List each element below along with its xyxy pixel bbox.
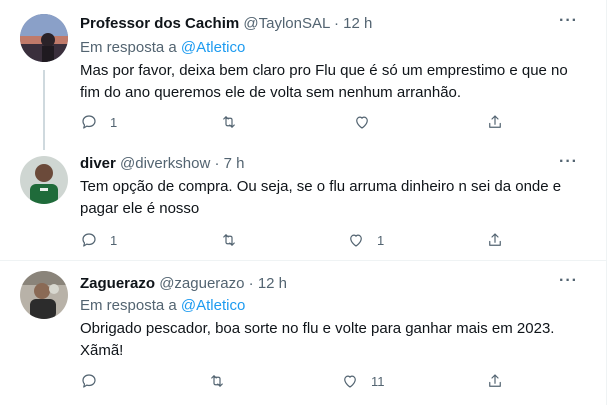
avatar[interactable]: [20, 156, 68, 204]
retweet-icon: [220, 113, 238, 131]
reply-prefix: Em resposta a: [80, 39, 177, 56]
reply-prefix: Em resposta a: [80, 297, 177, 314]
reply-context: Em resposta a @Atletico: [80, 38, 245, 58]
share-icon: [486, 372, 504, 390]
tweet-3[interactable]: Zaguerazo @zaguerazo · 12 h ··· Em respo…: [0, 261, 606, 405]
tweet-text: Tem opção de compra. Ou seja, se o flu a…: [80, 178, 562, 217]
share-icon: [486, 231, 504, 249]
timestamp[interactable]: 12 h: [343, 15, 372, 32]
tweet-header: diver @diverkshow · 7 h: [80, 154, 245, 174]
share-icon: [486, 113, 504, 131]
reply-icon: [80, 372, 98, 390]
separator-dot: ·: [248, 275, 254, 292]
reply-context: Em resposta a @Atletico: [80, 296, 245, 316]
reply-icon: [80, 113, 98, 131]
user-handle[interactable]: @diverkshow: [120, 155, 210, 172]
tweet-text: Mas por favor, deixa bem claro pro Flu q…: [80, 62, 568, 101]
like-button[interactable]: 11: [341, 371, 385, 391]
reply-mention-link[interactable]: @Atletico: [181, 297, 245, 314]
reply-button[interactable]: 1: [80, 230, 117, 250]
thread-connector-line: [43, 70, 45, 150]
timeline-right-border: [606, 0, 607, 405]
tweet-actions: 1 1: [80, 230, 520, 250]
user-handle[interactable]: @zaguerazo: [159, 275, 244, 292]
avatar[interactable]: [20, 271, 68, 319]
share-button[interactable]: [486, 371, 504, 391]
like-icon: [341, 372, 359, 390]
tweet-actions: 11: [80, 371, 520, 391]
like-icon: [347, 231, 365, 249]
retweet-button[interactable]: [220, 112, 250, 132]
timestamp[interactable]: 12 h: [258, 275, 287, 292]
reply-mention-link[interactable]: @Atletico: [181, 39, 245, 56]
reply-count: 1: [110, 114, 118, 130]
share-button[interactable]: [486, 112, 504, 132]
like-count: 1: [377, 232, 385, 248]
retweet-icon: [220, 231, 238, 249]
retweet-button[interactable]: [220, 230, 250, 250]
more-icon[interactable]: ···: [559, 153, 578, 171]
more-icon[interactable]: ···: [559, 12, 578, 30]
retweet-button[interactable]: [208, 371, 238, 391]
like-count: 11: [371, 373, 385, 389]
like-button[interactable]: 1: [347, 230, 384, 250]
timestamp[interactable]: 7 h: [224, 155, 245, 172]
user-handle[interactable]: @TaylonSAL: [243, 15, 329, 32]
retweet-icon: [208, 372, 226, 390]
display-name[interactable]: Zaguerazo: [80, 275, 155, 292]
tweet-2[interactable]: diver @diverkshow · 7 h ··· Tem opção de…: [0, 150, 606, 260]
reply-button[interactable]: 1: [80, 112, 117, 132]
tweet-header: Professor dos Cachim @TaylonSAL · 12 h: [80, 14, 372, 34]
more-icon[interactable]: ···: [559, 272, 578, 290]
display-name[interactable]: diver: [80, 155, 116, 172]
like-icon: [353, 113, 371, 131]
share-button[interactable]: [486, 230, 504, 250]
reply-icon: [80, 231, 98, 249]
tweet-text: Obrigado pescador, boa sorte no flu e vo…: [80, 320, 555, 359]
tweet-actions: 1: [80, 112, 520, 132]
display-name[interactable]: Professor dos Cachim: [80, 15, 239, 32]
separator-dot: ·: [333, 15, 339, 32]
tweet-header: Zaguerazo @zaguerazo · 12 h: [80, 274, 287, 294]
avatar[interactable]: [20, 14, 68, 62]
like-button[interactable]: [353, 112, 383, 132]
separator-dot: ·: [214, 155, 220, 172]
reply-button[interactable]: [80, 371, 110, 391]
reply-count: 1: [110, 232, 118, 248]
